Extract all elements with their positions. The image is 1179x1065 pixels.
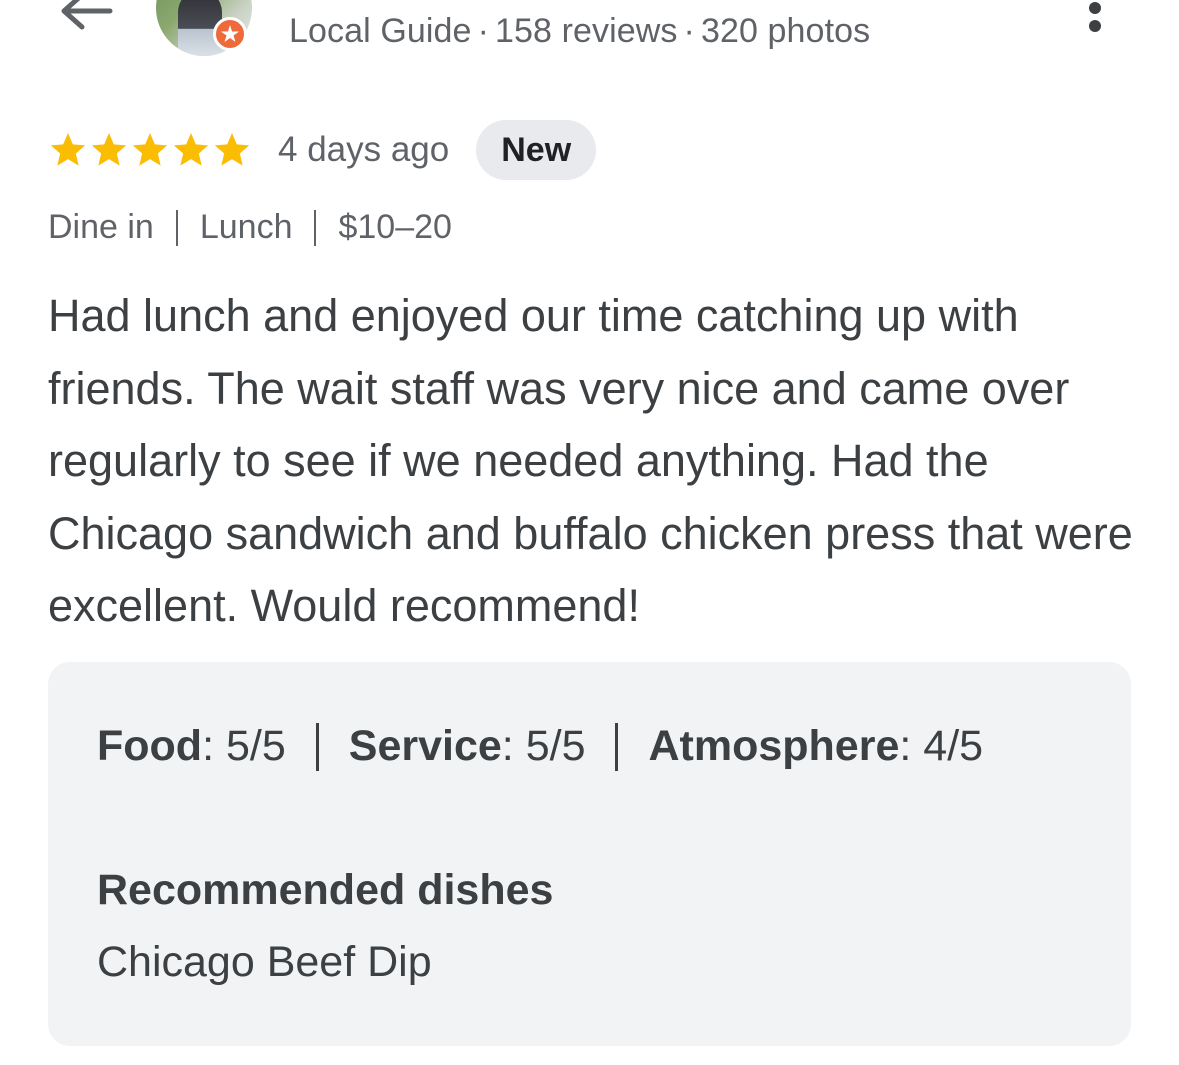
star-rating xyxy=(48,130,253,170)
aspect-ratings: Food: 5/5 Service: 5/5 Atmosphere: 4/5 xyxy=(97,722,983,771)
service-rating: Service: 5/5 xyxy=(348,722,586,770)
tag-divider xyxy=(314,209,317,246)
atmosphere-rating-value: 4/5 xyxy=(923,722,984,770)
rating-divider xyxy=(315,722,319,771)
service-rating-value: 5/5 xyxy=(525,722,586,770)
tag-divider xyxy=(175,209,178,246)
reviewer-level: Local Guide xyxy=(289,12,472,50)
star-icon xyxy=(214,133,250,166)
meta-separator: · xyxy=(683,12,695,50)
food-rating: Food: 5/5 xyxy=(97,722,286,770)
reviewer-meta: Local Guide · 158 reviews · 320 photos xyxy=(289,12,870,51)
review-count: 158 reviews xyxy=(495,12,678,50)
photo-count: 320 photos xyxy=(700,12,871,50)
rating-row: 4 days ago New xyxy=(48,120,597,180)
star-icon xyxy=(50,133,86,166)
visit-tag-meal: Lunch xyxy=(199,208,293,246)
star-icon xyxy=(91,133,127,166)
visit-tags: Dine in Lunch $10–20 xyxy=(48,208,452,247)
review-text: Had lunch and enjoyed our time catching … xyxy=(48,290,1133,631)
local-guide-star-icon xyxy=(213,17,247,51)
recommended-dishes-list: Chicago Beef Dip xyxy=(97,938,432,986)
food-rating-label: Food xyxy=(97,722,203,770)
visit-tag-price: $10–20 xyxy=(338,208,452,246)
more-options-button[interactable] xyxy=(1078,0,1114,38)
star-icon xyxy=(173,133,209,166)
review-details-panel: Food: 5/5 Service: 5/5 Atmosphere: 4/5 R… xyxy=(48,662,1131,1046)
arrow-left-icon xyxy=(61,0,113,30)
atmosphere-rating: Atmosphere: 4/5 xyxy=(648,722,984,770)
rating-divider xyxy=(615,722,619,771)
food-rating-value: 5/5 xyxy=(225,722,286,770)
visit-tag-service: Dine in xyxy=(48,208,154,246)
service-rating-label: Service xyxy=(348,722,502,770)
new-badge: New xyxy=(476,120,597,180)
review-date: 4 days ago xyxy=(278,130,450,169)
atmosphere-rating-label: Atmosphere xyxy=(648,722,900,770)
meta-separator: · xyxy=(477,12,489,50)
back-button[interactable] xyxy=(52,0,122,36)
star-icon xyxy=(132,133,168,166)
recommended-dishes-title: Recommended dishes xyxy=(97,866,554,914)
